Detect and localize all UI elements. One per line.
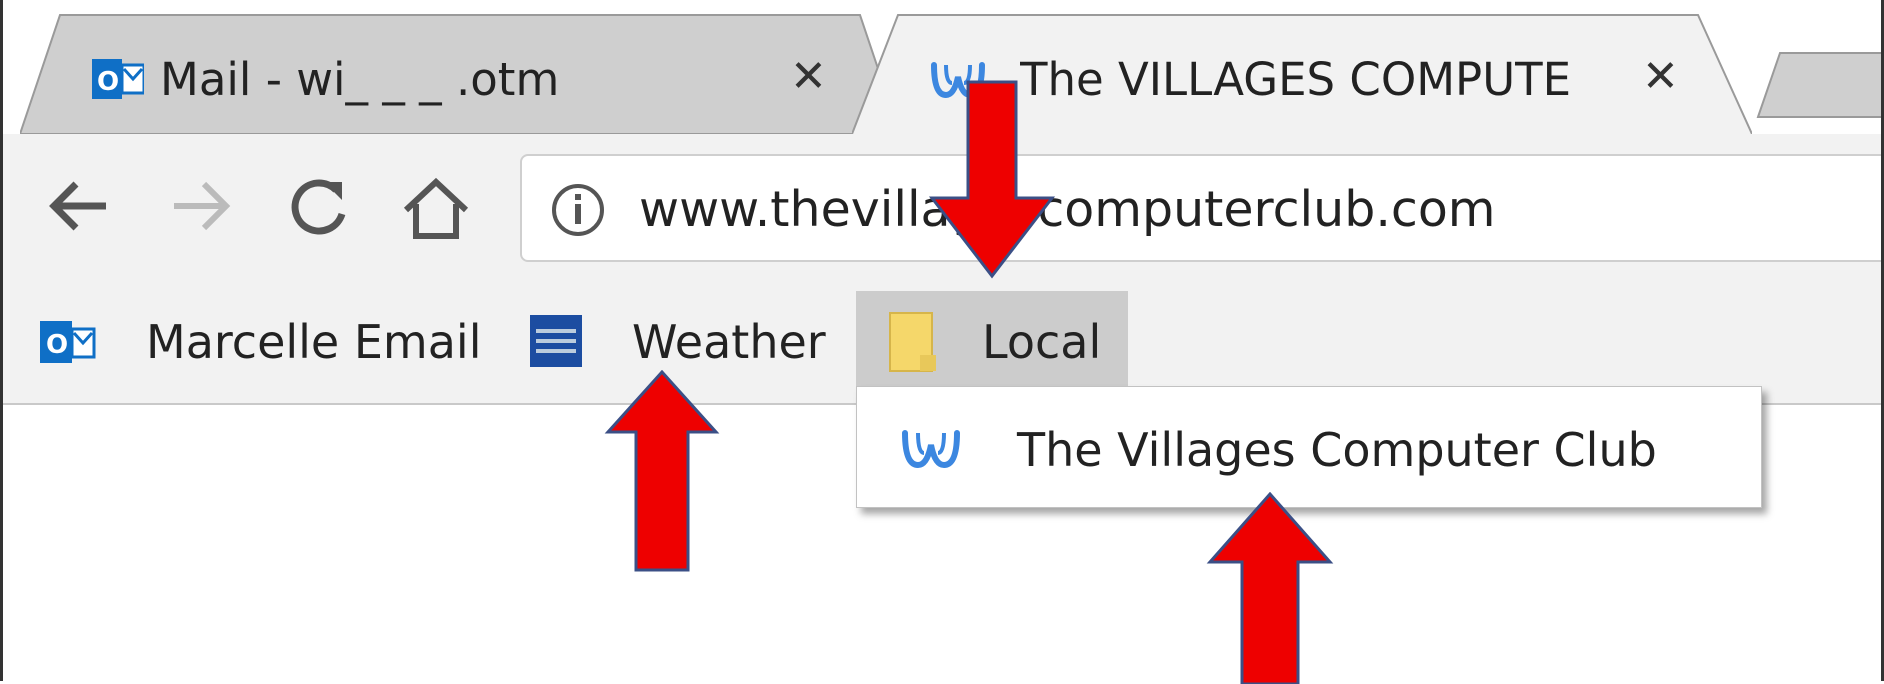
home-icon[interactable]: [400, 176, 472, 244]
info-icon[interactable]: [550, 182, 606, 242]
bookmark-marcelle-email[interactable]: O Marcelle Email: [28, 291, 498, 391]
bookmark-label: Local: [982, 315, 1102, 369]
bookmark-label: Marcelle Email: [146, 315, 482, 369]
bookmark-folder-local[interactable]: Local: [856, 291, 1128, 391]
svg-text:O: O: [97, 67, 119, 97]
close-icon[interactable]: ✕: [790, 51, 827, 102]
address-bar[interactable]: www.thevillagescomputerclub.com: [520, 154, 1884, 262]
weather-channel-icon: [530, 315, 582, 371]
bookmark-label: Weather: [632, 315, 826, 369]
bookmark-folder-menu: The Villages Computer Club: [856, 386, 1762, 508]
down-arrow-annotation: [928, 80, 1056, 279]
folder-icon: [888, 311, 938, 377]
weebly-icon: [901, 423, 961, 477]
back-arrow-icon[interactable]: [44, 176, 114, 240]
forward-arrow-icon[interactable]: [166, 176, 236, 240]
up-arrow-annotation: [604, 370, 720, 572]
tab-mail[interactable]: O Mail - wi_ _ _ .otm ✕: [20, 13, 900, 134]
svg-text:O: O: [46, 330, 68, 360]
tab-mail-title: Mail - wi_ _ _ .otm: [160, 53, 560, 106]
url-text[interactable]: www.thevillagescomputerclub.com: [639, 181, 1496, 238]
close-icon[interactable]: ✕: [1642, 51, 1679, 102]
reload-icon[interactable]: [288, 176, 348, 240]
menu-item-label: The Villages Computer Club: [1017, 423, 1657, 477]
outlook-icon: O: [40, 317, 96, 371]
up-arrow-annotation: [1206, 492, 1334, 684]
outlook-icon: O: [92, 55, 146, 107]
window-border-left: [0, 0, 3, 681]
menu-item-villages-computer-club[interactable]: The Villages Computer Club: [857, 387, 1761, 507]
new-tab-shape: [1756, 52, 1884, 118]
tab-villages-title: The VILLAGES COMPUTE: [1020, 53, 1572, 106]
browser-window: O Mail - wi_ _ _ .otm ✕ The VILLAGES COM: [0, 0, 1884, 684]
new-tab-button[interactable]: [1738, 13, 1884, 134]
